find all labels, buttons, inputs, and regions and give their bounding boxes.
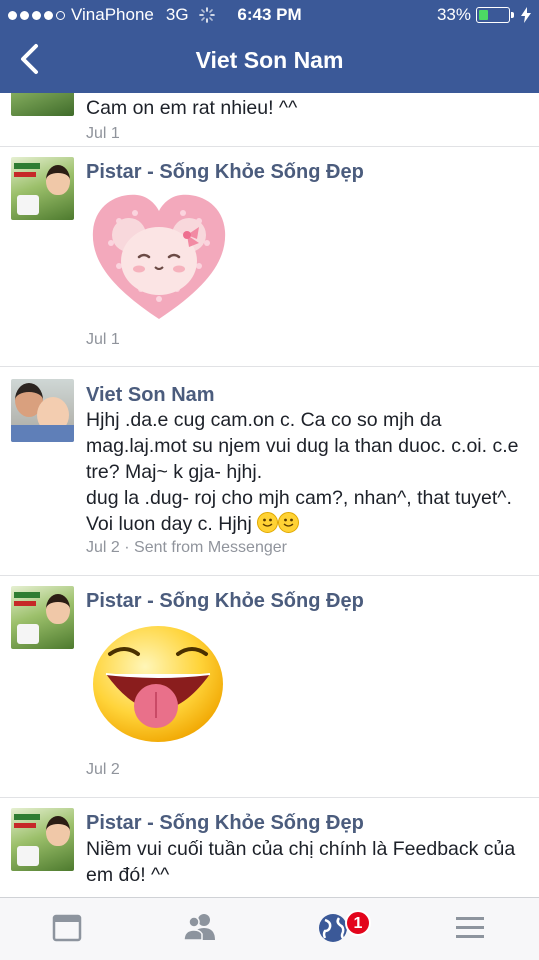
sender-name[interactable]: Viet Son Nam [86,384,215,407]
navigation-bar: Viet Son Nam [0,30,539,93]
message-date: Jul 1 [86,331,120,348]
list-item: Pistar - Sống Khỏe Sống Đẹp Jul 2 [0,576,539,798]
message-date: Jul 1 [86,125,120,142]
list-item: Pistar - Sống Khỏe Sống Đẹp Jul 1 [0,147,539,367]
message-text: Cam on em rat nhieu! ^^ [86,97,298,119]
avatar [11,93,74,116]
tongue-out-emoji-sticker [93,626,223,742]
status-bar: VinaPhone 3G 6:43 PM 33% [0,0,539,30]
charging-bolt-icon [521,7,531,23]
friend-requests-icon[interactable] [178,908,222,948]
top-bar: VinaPhone 3G 6:43 PM 33% Viet Son Nam [0,0,539,93]
message-date: Jul 2 · Sent from Messenger [86,539,287,556]
page-title: Viet Son Nam [195,47,344,73]
message-date: Jul 2 [86,761,120,778]
avatar [11,379,74,442]
avatar [11,586,74,649]
message-text: Hjhj .da.e cug cam.on c. Ca co so mjh da… [86,407,526,537]
message-text: Niềm vui cuối tuần của chị chính là Feed… [86,838,516,886]
sender-name[interactable]: Pistar - Sống Khỏe Sống Đẹp [86,812,364,835]
tab-bar [0,897,539,960]
smiley-emoji-icon [257,512,279,533]
pink-bear-heart-sticker [92,194,226,319]
message-text-line: dug la .dug- roj cho mjh cam?, nhan^, th… [86,487,512,535]
list-item: Pistar - Sống Khỏe Sống Đẹp Niềm vui cuố… [0,798,539,897]
battery-icon [476,7,514,23]
notification-count-badge: 1 [345,910,371,936]
avatar [11,157,74,220]
message-text-line: Hjhj .da.e cug cam.on c. Ca co so mjh da… [86,409,519,483]
list-item: Cam on em rat nhieu! ^^ Jul 1 [0,93,539,147]
news-feed-icon[interactable] [45,908,89,948]
list-item: Viet Son Nam Hjhj .da.e cug cam.on c. Ca… [0,367,539,576]
menu-hamburger-icon[interactable] [448,908,492,948]
sender-name[interactable]: Pistar - Sống Khỏe Sống Đẹp [86,590,364,613]
battery-percent: 33% [436,5,471,24]
smiley-emoji-icon [278,512,300,533]
avatar [11,808,74,871]
message-thread[interactable]: Cam on em rat nhieu! ^^ Jul 1 Pistar - S… [0,93,539,897]
sender-name[interactable]: Pistar - Sống Khỏe Sống Đẹp [86,161,364,184]
